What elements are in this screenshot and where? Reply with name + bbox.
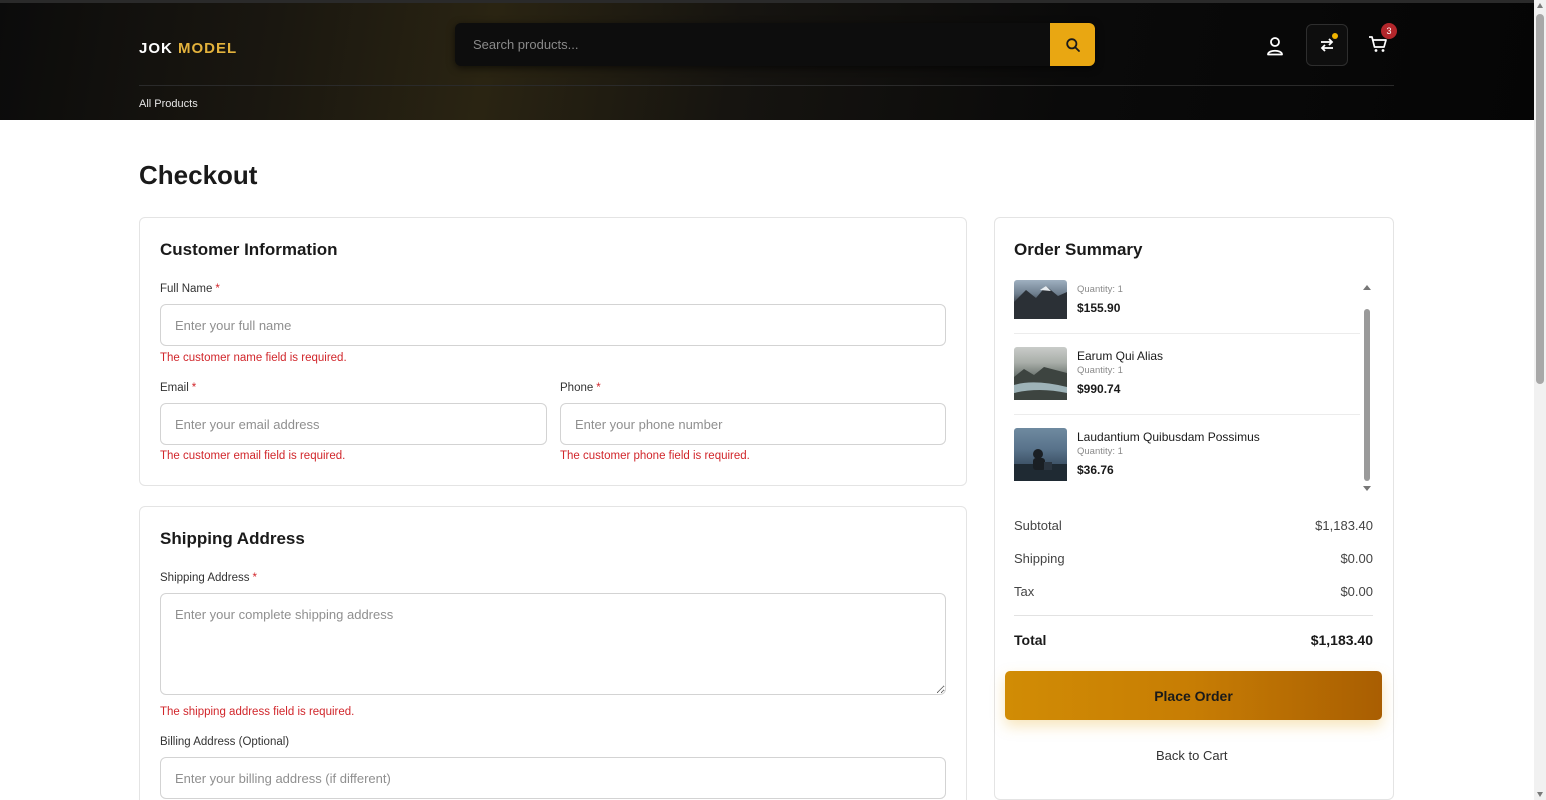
customer-information-title: Customer Information bbox=[160, 240, 338, 259]
shipping-address-label: Shipping Address * bbox=[160, 572, 257, 584]
shipping-address-title: Shipping Address bbox=[160, 529, 305, 548]
order-items-scrollbar[interactable] bbox=[1362, 283, 1372, 491]
order-summary-title: Order Summary bbox=[1014, 240, 1143, 259]
site-header: JOK MODEL 3 All Products bbox=[0, 0, 1534, 120]
logo-text-accent: MODEL bbox=[178, 40, 238, 57]
email-label-text: Email bbox=[160, 382, 189, 394]
total-value: $1,183.40 bbox=[1310, 632, 1373, 648]
item-price: $990.74 bbox=[1077, 382, 1121, 396]
phone-input[interactable] bbox=[560, 403, 946, 445]
required-mark: * bbox=[252, 572, 257, 584]
full-name-label: Full Name * bbox=[160, 283, 220, 295]
shipping-address-error: The shipping address field is required. bbox=[160, 706, 355, 718]
search-input[interactable] bbox=[455, 23, 1049, 66]
items-scrollbar-thumb[interactable] bbox=[1364, 309, 1370, 481]
shipping-value: $0.00 bbox=[1340, 551, 1373, 566]
page-scrollbar-thumb[interactable] bbox=[1536, 14, 1544, 384]
item-price: $36.76 bbox=[1077, 463, 1114, 477]
search-bar bbox=[455, 23, 1095, 66]
place-order-button[interactable]: Place Order bbox=[1005, 671, 1382, 720]
email-error: The customer email field is required. bbox=[160, 450, 346, 462]
product-thumbnail bbox=[1014, 347, 1067, 400]
nav-all-products[interactable]: All Products bbox=[139, 98, 198, 110]
total-label: Total bbox=[1014, 632, 1047, 648]
item-quantity: Quantity: 1 bbox=[1077, 365, 1123, 376]
item-quantity: Quantity: 1 bbox=[1077, 446, 1123, 457]
item-price: $155.90 bbox=[1077, 301, 1121, 315]
billing-address-input[interactable] bbox=[160, 757, 946, 799]
shipping-address-label-text: Shipping Address bbox=[160, 572, 250, 584]
required-mark: * bbox=[191, 382, 197, 394]
email-label: Email * bbox=[160, 382, 196, 394]
subtotal-value: $1,183.40 bbox=[1315, 518, 1373, 533]
items-scroll-down-arrow[interactable] bbox=[1363, 486, 1371, 491]
product-thumbnail bbox=[1014, 280, 1067, 319]
phone-label-text: Phone bbox=[560, 382, 594, 394]
back-to-cart-link[interactable]: Back to Cart bbox=[1156, 748, 1228, 763]
full-name-label-text: Full Name bbox=[160, 283, 213, 295]
header-divider bbox=[139, 85, 1394, 86]
item-name: Earum Qui Alias bbox=[1077, 349, 1164, 363]
product-thumbnail bbox=[1014, 428, 1067, 481]
phone-label: Phone * bbox=[560, 382, 601, 394]
phone-error: The customer phone field is required. bbox=[560, 450, 750, 462]
item-divider bbox=[1014, 333, 1360, 334]
scroll-up-arrow[interactable] bbox=[1537, 3, 1543, 8]
email-input[interactable] bbox=[160, 403, 547, 445]
full-name-error: The customer name field is required. bbox=[160, 352, 347, 364]
subtotal-label: Subtotal bbox=[1014, 518, 1062, 533]
cart-count-badge: 3 bbox=[1381, 23, 1397, 39]
scroll-down-arrow[interactable] bbox=[1537, 792, 1543, 797]
billing-address-label: Billing Address (Optional) bbox=[160, 736, 290, 748]
search-button[interactable] bbox=[1050, 23, 1095, 66]
user-icon bbox=[1266, 36, 1284, 56]
items-scroll-up-arrow[interactable] bbox=[1363, 285, 1371, 290]
compare-arrows-icon bbox=[1318, 37, 1336, 53]
compare-button[interactable] bbox=[1306, 24, 1348, 66]
search-icon bbox=[1065, 37, 1081, 53]
shipping-label: Shipping bbox=[1014, 551, 1065, 566]
site-logo[interactable]: JOK MODEL bbox=[139, 40, 237, 57]
full-name-input[interactable] bbox=[160, 304, 946, 346]
item-name: Laudantium Quibusdam Possimus bbox=[1077, 430, 1260, 444]
tax-value: $0.00 bbox=[1340, 584, 1373, 599]
account-button[interactable] bbox=[1262, 33, 1288, 59]
compare-indicator-dot bbox=[1332, 33, 1338, 39]
page-title: Checkout bbox=[139, 160, 258, 190]
order-items-list[interactable]: Quantity: 1 $155.90 Earum Qui Alias Quan… bbox=[1014, 280, 1374, 490]
page-scrollbar[interactable] bbox=[1534, 0, 1546, 800]
summary-divider bbox=[1014, 615, 1373, 616]
item-divider bbox=[1014, 414, 1360, 415]
required-mark: * bbox=[215, 283, 220, 295]
tax-label: Tax bbox=[1014, 584, 1035, 599]
required-mark: * bbox=[596, 382, 601, 394]
logo-text-primary: JOK bbox=[139, 40, 173, 57]
item-quantity: Quantity: 1 bbox=[1077, 284, 1123, 295]
shipping-address-textarea[interactable] bbox=[160, 593, 946, 695]
